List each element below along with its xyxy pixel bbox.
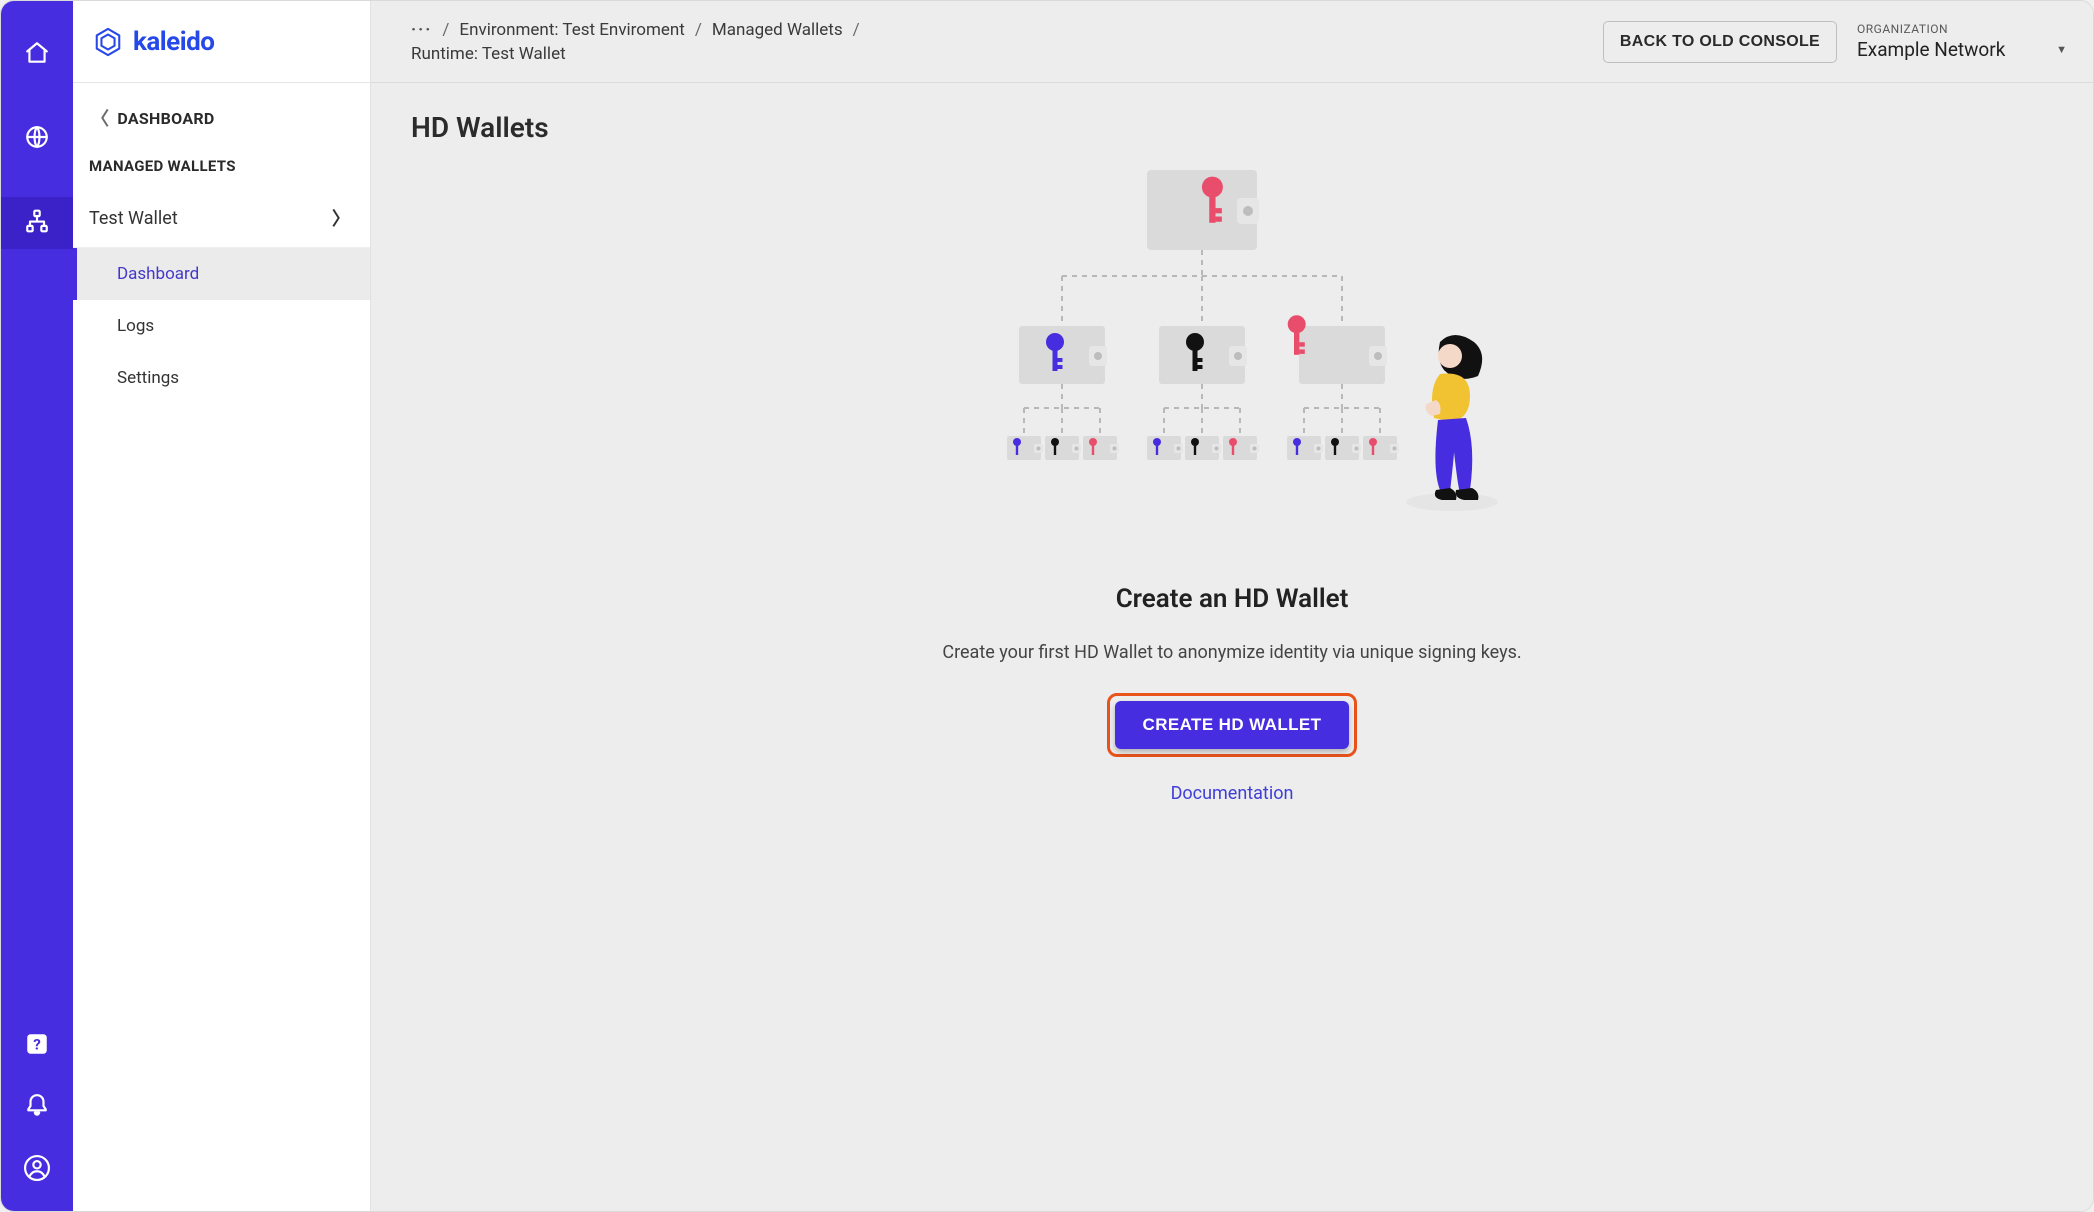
hero-subtitle: Create your first HD Wallet to anonymize… bbox=[942, 642, 1521, 663]
app-root: ? kaleido bbox=[0, 0, 2094, 1212]
breadcrumb-sep: / bbox=[695, 20, 702, 40]
help-icon: ? bbox=[24, 1031, 50, 1061]
brand-logo: kaleido bbox=[93, 27, 214, 57]
sidebar-wallet-row[interactable]: Test Wallet 〉 bbox=[73, 189, 370, 248]
back-to-old-console-button[interactable]: BACK TO OLD CONSOLE bbox=[1603, 21, 1837, 63]
sidebar-item-logs[interactable]: Logs bbox=[73, 300, 370, 352]
breadcrumb-more[interactable]: ··· bbox=[411, 20, 432, 40]
sidebar-item-label: Settings bbox=[117, 368, 179, 388]
topbar: ··· / Environment: Test Enviroment / Man… bbox=[371, 1, 2093, 83]
rail-bell[interactable] bbox=[1, 1093, 73, 1123]
brand-name: kaleido bbox=[133, 27, 214, 57]
rail-globe[interactable] bbox=[1, 113, 73, 165]
breadcrumb-runtime: Runtime: Test Wallet bbox=[411, 44, 566, 64]
hero: Create an HD Wallet Create your first HD… bbox=[411, 164, 2053, 804]
breadcrumb-env[interactable]: Environment: Test Enviroment bbox=[459, 20, 684, 40]
chevron-left-icon: 〈 bbox=[91, 105, 109, 131]
sidebar-wallet-name: Test Wallet bbox=[89, 208, 178, 229]
content: HD Wallets bbox=[371, 83, 2093, 1211]
brand-logo-icon bbox=[93, 27, 123, 57]
sidebar-item-label: Logs bbox=[117, 316, 154, 336]
hero-illustration bbox=[411, 164, 2053, 544]
nav-rail: ? bbox=[1, 1, 73, 1211]
user-icon bbox=[24, 1155, 50, 1185]
rail-user[interactable] bbox=[1, 1155, 73, 1185]
page-title: HD Wallets bbox=[411, 111, 2053, 144]
org-selector[interactable]: ORGANIZATION Example Network ▼ bbox=[1857, 22, 2067, 61]
sidebar-section-label: MANAGED WALLETS bbox=[73, 143, 370, 189]
documentation-link[interactable]: Documentation bbox=[1171, 783, 1294, 804]
highlight-ring: CREATE HD WALLET bbox=[1107, 693, 1358, 757]
hero-title: Create an HD Wallet bbox=[1116, 584, 1349, 614]
sidebar-brand[interactable]: kaleido bbox=[73, 1, 370, 83]
network-icon bbox=[24, 208, 50, 238]
breadcrumb-sep: / bbox=[853, 20, 860, 40]
rail-network[interactable] bbox=[1, 197, 73, 249]
create-hd-wallet-button[interactable]: CREATE HD WALLET bbox=[1115, 701, 1350, 749]
chevron-right-icon: 〉 bbox=[332, 205, 350, 231]
sidebar-item-settings[interactable]: Settings bbox=[73, 352, 370, 404]
breadcrumb-sep: / bbox=[442, 20, 449, 40]
main: ··· / Environment: Test Enviroment / Man… bbox=[371, 1, 2093, 1211]
sidebar-item-label: Dashboard bbox=[117, 264, 199, 284]
globe-icon bbox=[24, 124, 50, 154]
home-icon bbox=[24, 40, 50, 70]
bell-icon bbox=[24, 1093, 50, 1123]
rail-help[interactable]: ? bbox=[1, 1031, 73, 1061]
rail-bottom: ? bbox=[1, 1031, 73, 1211]
breadcrumb: ··· / Environment: Test Enviroment / Man… bbox=[411, 20, 1583, 64]
org-value: Example Network bbox=[1857, 38, 2005, 61]
hd-wallet-diagram-icon bbox=[952, 164, 1512, 544]
caret-down-icon: ▼ bbox=[2056, 43, 2067, 56]
breadcrumb-category[interactable]: Managed Wallets bbox=[712, 20, 843, 40]
sidebar-back-label: DASHBOARD bbox=[117, 109, 214, 128]
rail-home[interactable] bbox=[1, 29, 73, 81]
org-label: ORGANIZATION bbox=[1857, 22, 2067, 36]
sidebar-subnav: Dashboard Logs Settings bbox=[73, 248, 370, 404]
sidebar: kaleido 〈 DASHBOARD MANAGED WALLETS Test… bbox=[73, 1, 371, 1211]
sidebar-back[interactable]: 〈 DASHBOARD bbox=[73, 83, 370, 143]
svg-text:?: ? bbox=[33, 1035, 41, 1053]
sidebar-item-dashboard[interactable]: Dashboard bbox=[73, 248, 370, 300]
